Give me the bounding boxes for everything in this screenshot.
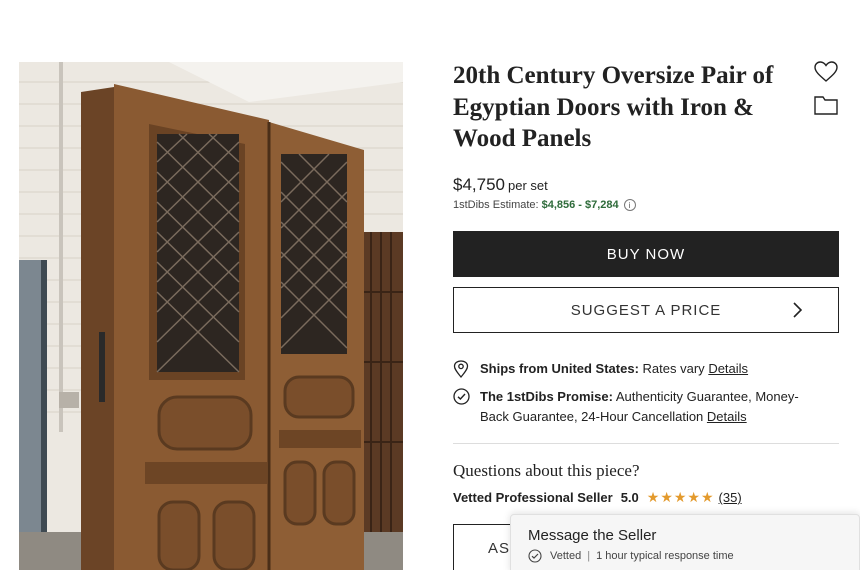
promise-details-link[interactable]: Details bbox=[707, 409, 747, 424]
questions-heading: Questions about this piece? bbox=[453, 461, 640, 480]
message-seller-subtitle: Vetted | 1 hour typical response time bbox=[528, 549, 734, 563]
divider bbox=[453, 443, 839, 444]
suggest-price-button[interactable]: SUGGEST A PRICE bbox=[453, 287, 839, 333]
info-icon[interactable]: i bbox=[623, 199, 636, 211]
price-amount: $4,750 bbox=[453, 175, 505, 194]
separator: | bbox=[587, 550, 591, 562]
price: $4,750 per set bbox=[453, 175, 548, 195]
location-pin-icon bbox=[453, 360, 469, 378]
promise-info: The 1stDibs Promise: Authenticity Guaran… bbox=[453, 387, 823, 427]
star-rating-icon: ★★★★★ bbox=[646, 489, 715, 505]
message-seller-title: Message the Seller bbox=[528, 527, 657, 544]
favorite-button[interactable] bbox=[813, 59, 839, 85]
chevron-right-icon bbox=[793, 302, 802, 318]
heart-icon bbox=[814, 61, 838, 82]
price-unit: per set bbox=[508, 178, 548, 193]
review-count-link[interactable]: (35) bbox=[719, 490, 742, 505]
check-circle-icon bbox=[453, 388, 470, 405]
vetted-label: Vetted bbox=[550, 550, 582, 562]
shipping-label: Ships from United States: bbox=[480, 361, 639, 376]
price-estimate: 1stDibs Estimate: $4,856 - $7,284 i bbox=[453, 199, 636, 211]
shipping-rates: Rates vary bbox=[642, 361, 705, 376]
ask-seller-label: AS bbox=[488, 540, 511, 557]
buy-now-button[interactable]: BUY NOW bbox=[453, 231, 839, 277]
product-title: 20th Century Oversize Pair of Egyptian D… bbox=[453, 62, 774, 152]
seller-rating: 5.0 bbox=[620, 490, 639, 505]
save-to-folder-button[interactable] bbox=[813, 92, 839, 118]
seller-label: Vetted Professional Seller bbox=[453, 490, 613, 505]
seller-info: Vetted Professional Seller 5.0 ★★★★★ (35… bbox=[453, 489, 742, 506]
shipping-info: Ships from United States: Rates vary Det… bbox=[453, 359, 748, 379]
folder-icon bbox=[814, 96, 838, 115]
suggest-price-label: SUGGEST A PRICE bbox=[570, 301, 722, 319]
response-time: 1 hour typical response time bbox=[596, 550, 734, 562]
message-seller-widget[interactable]: Message the Seller Vetted | 1 hour typic… bbox=[510, 514, 860, 570]
promise-label: The 1stDibs Promise: bbox=[480, 389, 613, 404]
product-image[interactable] bbox=[19, 62, 403, 570]
shipping-details-link[interactable]: Details bbox=[708, 361, 748, 376]
check-circle-icon bbox=[528, 549, 542, 563]
estimate-label: 1stDibs Estimate: bbox=[453, 199, 539, 211]
estimate-range: $4,856 - $7,284 bbox=[541, 199, 619, 211]
